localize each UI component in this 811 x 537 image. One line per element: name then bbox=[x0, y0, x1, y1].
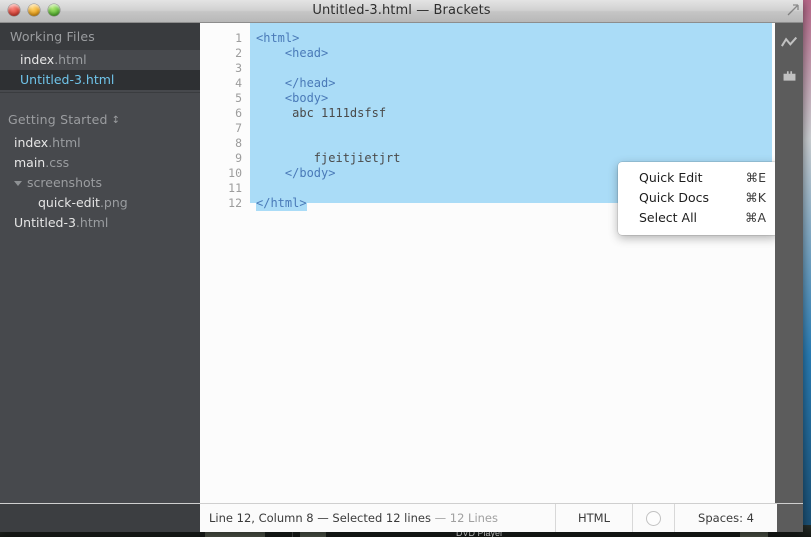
menu-item-shortcut: ⌘A bbox=[744, 210, 766, 225]
file-extension: .html bbox=[81, 72, 115, 87]
code-line[interactable]: 2 <head> bbox=[200, 46, 775, 61]
file-name: Untitled-3 bbox=[20, 72, 82, 87]
file-name: main bbox=[14, 155, 46, 170]
extension-manager-icon[interactable] bbox=[781, 67, 798, 84]
file-name: index bbox=[14, 135, 49, 150]
working-file-index-html[interactable]: index.html bbox=[0, 50, 200, 70]
cursor-position-status: Line 12, Column 8 — Selected 12 lines — … bbox=[200, 511, 555, 525]
context-menu-item-quick-docs[interactable]: Quick Docs ⌘K bbox=[618, 188, 775, 208]
language-selector[interactable]: HTML bbox=[555, 504, 632, 532]
line-content: </head> bbox=[256, 76, 336, 90]
line-number: 4 bbox=[235, 76, 242, 90]
file-extension: .css bbox=[45, 155, 70, 170]
context-menu-item-select-all[interactable]: Select All ⌘A bbox=[618, 208, 775, 228]
folder-name: screenshots bbox=[27, 175, 103, 190]
line-number: 8 bbox=[235, 136, 242, 150]
line-number: 1 bbox=[235, 31, 242, 45]
line-number: 10 bbox=[228, 166, 242, 180]
indent-setting[interactable]: Spaces: 4 bbox=[674, 504, 777, 532]
line-number: 2 bbox=[235, 46, 242, 60]
window-body: Working Files index.html Untitled-3.html… bbox=[0, 23, 803, 532]
language-label: HTML bbox=[577, 511, 610, 525]
cursor-info-text: Line 12, Column 8 — Selected 12 lines bbox=[209, 511, 431, 525]
line-content: fjeitjietjrt bbox=[256, 151, 401, 165]
right-toolbar bbox=[775, 23, 803, 532]
editor-vertical-scrollbar[interactable] bbox=[767, 23, 775, 532]
project-header[interactable]: Getting Started ↕ bbox=[0, 106, 200, 133]
code-line[interactable]: 8 bbox=[200, 136, 775, 151]
project-sort-icon[interactable]: ↕ bbox=[112, 116, 121, 126]
overwrite-indicator-icon[interactable] bbox=[646, 510, 661, 526]
file-extension: .html bbox=[75, 215, 109, 230]
disclosure-triangle-icon[interactable] bbox=[14, 181, 22, 186]
overwrite-indicator[interactable] bbox=[632, 504, 674, 532]
code-line[interactable]: 6 abc 1111dsfsf bbox=[200, 106, 775, 121]
brackets-window: Untitled-3.html — Brackets Working Files… bbox=[0, 0, 803, 532]
project-file-tree: index.html main.css screenshots quick-ed… bbox=[0, 133, 200, 233]
project-file-quick-edit-png[interactable]: quick-edit.png bbox=[0, 193, 200, 213]
context-menu-item-quick-edit[interactable]: Quick Edit ⌘E bbox=[618, 168, 775, 188]
status-bar-sidebar-spacer bbox=[0, 504, 200, 532]
code-line[interactable]: 1 <html> bbox=[200, 31, 775, 46]
project-file-untitled-3-html[interactable]: Untitled-3.html bbox=[0, 213, 200, 233]
line-content: <html> bbox=[256, 31, 300, 45]
menu-item-label: Select All bbox=[639, 210, 698, 225]
code-line[interactable]: 3 bbox=[200, 61, 775, 76]
working-files-header: Working Files bbox=[0, 23, 200, 50]
screenshot-root: DVD Player Untitled-3.html — Brackets Wo… bbox=[0, 0, 811, 537]
resize-grip-icon[interactable] bbox=[786, 3, 800, 17]
status-bar: Line 12, Column 8 — Selected 12 lines — … bbox=[0, 503, 803, 532]
sidebar-spacer bbox=[0, 93, 200, 106]
file-extension: .png bbox=[99, 195, 128, 210]
working-files-list: index.html Untitled-3.html bbox=[0, 50, 200, 90]
line-number: 5 bbox=[235, 91, 242, 105]
active-file-pointer-icon bbox=[192, 71, 200, 89]
file-name: Untitled-3 bbox=[14, 215, 76, 230]
line-number: 3 bbox=[235, 61, 242, 75]
line-content: <head> bbox=[256, 46, 329, 60]
line-content: </html> bbox=[256, 196, 307, 211]
title-bar[interactable]: Untitled-3.html — Brackets bbox=[0, 0, 803, 23]
sidebar: Working Files index.html Untitled-3.html… bbox=[0, 23, 200, 532]
code-editor[interactable]: 1 <html> 2 <head> 3 4 </head> 5 <body> 6… bbox=[200, 23, 775, 532]
working-file-untitled-3-html[interactable]: Untitled-3.html bbox=[0, 70, 200, 90]
code-line[interactable]: 4 </head> bbox=[200, 76, 775, 91]
window-title: Untitled-3.html — Brackets bbox=[312, 3, 491, 18]
line-content: </body> bbox=[256, 166, 336, 180]
status-bar-toolbar-spacer bbox=[777, 504, 803, 532]
file-name: index bbox=[20, 52, 55, 67]
project-name-label: Getting Started bbox=[8, 112, 108, 127]
menu-item-label: Quick Edit bbox=[639, 170, 703, 185]
line-count-text: — 12 Lines bbox=[434, 511, 498, 525]
line-content: <body> bbox=[256, 91, 329, 105]
file-name: quick-edit bbox=[38, 195, 100, 210]
line-number: 11 bbox=[228, 181, 242, 195]
line-number: 6 bbox=[235, 106, 242, 120]
file-extension: .html bbox=[54, 52, 87, 67]
project-folder-screenshots[interactable]: screenshots bbox=[0, 173, 200, 193]
code-line[interactable]: 5 <body> bbox=[200, 91, 775, 106]
working-files-label: Working Files bbox=[10, 29, 95, 44]
menu-item-shortcut: ⌘E bbox=[745, 170, 766, 185]
menu-item-shortcut: ⌘K bbox=[745, 190, 766, 205]
line-number: 7 bbox=[235, 121, 242, 135]
context-menu[interactable]: Quick Edit ⌘E Quick Docs ⌘K Select All ⌘… bbox=[618, 162, 775, 235]
line-number: 9 bbox=[235, 151, 242, 165]
project-file-main-css[interactable]: main.css bbox=[0, 153, 200, 173]
code-line[interactable]: 7 bbox=[200, 121, 775, 136]
live-preview-icon[interactable] bbox=[781, 35, 798, 52]
file-extension: .html bbox=[48, 135, 81, 150]
project-file-index-html[interactable]: index.html bbox=[0, 133, 200, 153]
line-number: 12 bbox=[228, 196, 242, 210]
menu-item-label: Quick Docs bbox=[639, 190, 709, 205]
indent-label: Spaces: 4 bbox=[698, 511, 754, 525]
line-content: abc 1111dsfsf bbox=[256, 106, 387, 120]
